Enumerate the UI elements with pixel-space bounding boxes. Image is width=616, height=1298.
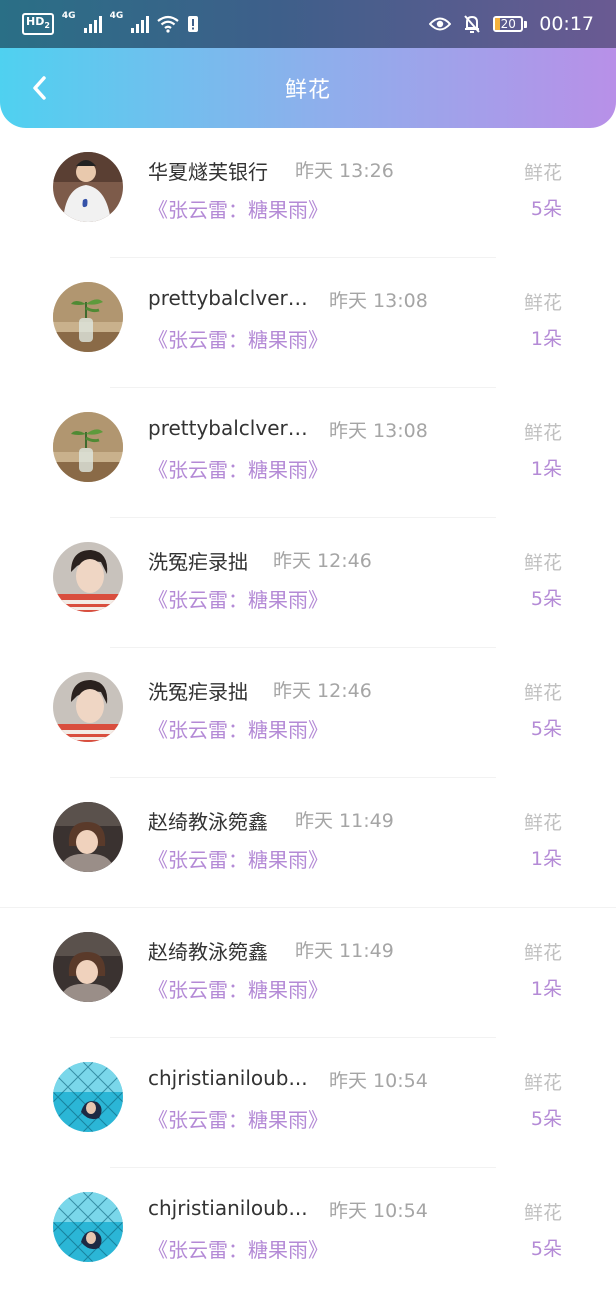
page-title: 鲜花 — [284, 78, 331, 103]
song-title[interactable]: 《张云雷：糖果雨》 — [148, 454, 328, 483]
send-time: 昨天 11:49 — [295, 940, 394, 962]
gift-count: 1朵 — [530, 458, 562, 480]
song-title[interactable]: 《张云雷：糖果雨》 — [148, 194, 328, 223]
gift-count: 1朵 — [530, 848, 562, 870]
song-title[interactable]: 《张云雷：糖果雨》 — [148, 714, 328, 743]
hd-label: HD — [26, 14, 45, 28]
gift-type: 鲜花 — [523, 292, 562, 314]
send-time: 昨天 12:46 — [273, 680, 372, 702]
battery-icon: 20 — [493, 16, 528, 32]
song-title[interactable]: 《张云雷：糖果雨》 — [148, 1104, 328, 1133]
gift-type: 鲜花 — [523, 942, 562, 964]
battery-level: 20 — [500, 17, 516, 31]
song-title[interactable]: 《张云雷：糖果雨》 — [148, 584, 328, 613]
sender-name: prettybalclverin... — [148, 286, 313, 310]
list-item[interactable]: 赵绮教泳箢鑫 昨天 11:49 《张云雷：糖果雨》 鲜花 1朵 — [0, 778, 616, 908]
send-time: 昨天 13:08 — [329, 420, 428, 442]
network-type-2: 4G — [109, 10, 124, 21]
signal-icon-1 — [83, 15, 102, 33]
avatar[interactable] — [53, 1192, 123, 1262]
gift-type: 鲜花 — [523, 1202, 562, 1224]
sender-name: 华夏燧芙银行 — [148, 160, 268, 184]
list-item[interactable]: chjristianiloub... 昨天 10:54 《张云雷：糖果雨》 鲜花… — [0, 1168, 616, 1298]
list-item[interactable]: chjristianiloub... 昨天 10:54 《张云雷：糖果雨》 鲜花… — [0, 1038, 616, 1168]
avatar[interactable] — [53, 932, 123, 1002]
signal-icon-2 — [131, 15, 150, 33]
nav-header: 鲜花 — [0, 48, 616, 128]
gift-count: 5朵 — [530, 588, 562, 610]
avatar[interactable] — [53, 412, 123, 482]
avatar[interactable] — [53, 672, 123, 742]
network-type-1: 4G — [61, 10, 76, 21]
list-item[interactable]: prettybalclverin... 昨天 13:08 《张云雷：糖果雨》 鲜… — [0, 258, 616, 388]
sender-name: 洗冤疟录拙 — [148, 680, 248, 704]
gift-count: 1朵 — [530, 978, 562, 1000]
send-time: 昨天 10:54 — [329, 1200, 428, 1222]
send-time: 昨天 12:46 — [273, 550, 372, 572]
list-item[interactable]: 洗冤疟录拙 昨天 12:46 《张云雷：糖果雨》 鲜花 5朵 — [0, 518, 616, 648]
song-title[interactable]: 《张云雷：糖果雨》 — [148, 324, 328, 353]
hd-badge: HD2 — [22, 12, 54, 36]
gift-type: 鲜花 — [523, 812, 562, 834]
sender-name: 赵绮教泳箢鑫 — [148, 810, 268, 834]
wifi-icon — [157, 15, 179, 33]
gift-type: 鲜花 — [523, 162, 562, 184]
avatar[interactable] — [53, 802, 123, 872]
gift-record-list: 华夏燧芙银行 昨天 13:26 《张云雷：糖果雨》 鲜花 5朵 prettyba… — [0, 128, 616, 1298]
send-time: 昨天 11:49 — [295, 810, 394, 832]
gift-type: 鲜花 — [523, 682, 562, 704]
status-bar: HD2 4G 4G 20 00:17 — [0, 0, 616, 48]
avatar[interactable] — [53, 1062, 123, 1132]
gift-type: 鲜花 — [523, 552, 562, 574]
avatar[interactable] — [53, 152, 123, 222]
send-time: 昨天 10:54 — [329, 1070, 428, 1092]
sender-name: prettybalclverin... — [148, 416, 313, 440]
song-title[interactable]: 《张云雷：糖果雨》 — [148, 974, 328, 1003]
send-time: 昨天 13:26 — [295, 160, 394, 182]
list-item[interactable]: 洗冤疟录拙 昨天 12:46 《张云雷：糖果雨》 鲜花 5朵 — [0, 648, 616, 778]
status-left: HD2 4G 4G — [22, 10, 199, 36]
list-item[interactable]: 赵绮教泳箢鑫 昨天 11:49 《张云雷：糖果雨》 鲜花 1朵 — [0, 908, 616, 1038]
gift-type: 鲜花 — [523, 422, 562, 444]
gift-count: 5朵 — [530, 198, 562, 220]
avatar[interactable] — [53, 282, 123, 352]
sender-name: 赵绮教泳箢鑫 — [148, 940, 268, 964]
song-title[interactable]: 《张云雷：糖果雨》 — [148, 844, 328, 873]
sim-alert-icon — [188, 16, 199, 32]
send-time: 昨天 13:08 — [329, 290, 428, 312]
chevron-left-icon — [33, 76, 46, 100]
gift-count: 5朵 — [530, 718, 562, 740]
eye-icon — [429, 17, 452, 31]
status-right: 20 00:17 — [429, 13, 594, 35]
list-item[interactable]: 华夏燧芙银行 昨天 13:26 《张云雷：糖果雨》 鲜花 5朵 — [0, 128, 616, 258]
sender-name: chjristianiloub... — [148, 1196, 308, 1220]
gift-count: 5朵 — [530, 1238, 562, 1260]
hd-sub: 2 — [44, 21, 50, 31]
list-item[interactable]: prettybalclverin... 昨天 13:08 《张云雷：糖果雨》 鲜… — [0, 388, 616, 518]
back-button[interactable] — [22, 70, 58, 106]
gift-count: 5朵 — [530, 1108, 562, 1130]
mute-bell-icon — [464, 15, 480, 33]
sender-name: chjristianiloub... — [148, 1066, 308, 1090]
gift-type: 鲜花 — [523, 1072, 562, 1094]
sender-name: 洗冤疟录拙 — [148, 550, 248, 574]
song-title[interactable]: 《张云雷：糖果雨》 — [148, 1234, 328, 1263]
gift-count: 1朵 — [530, 328, 562, 350]
clock: 00:17 — [539, 13, 594, 35]
avatar[interactable] — [53, 542, 123, 612]
